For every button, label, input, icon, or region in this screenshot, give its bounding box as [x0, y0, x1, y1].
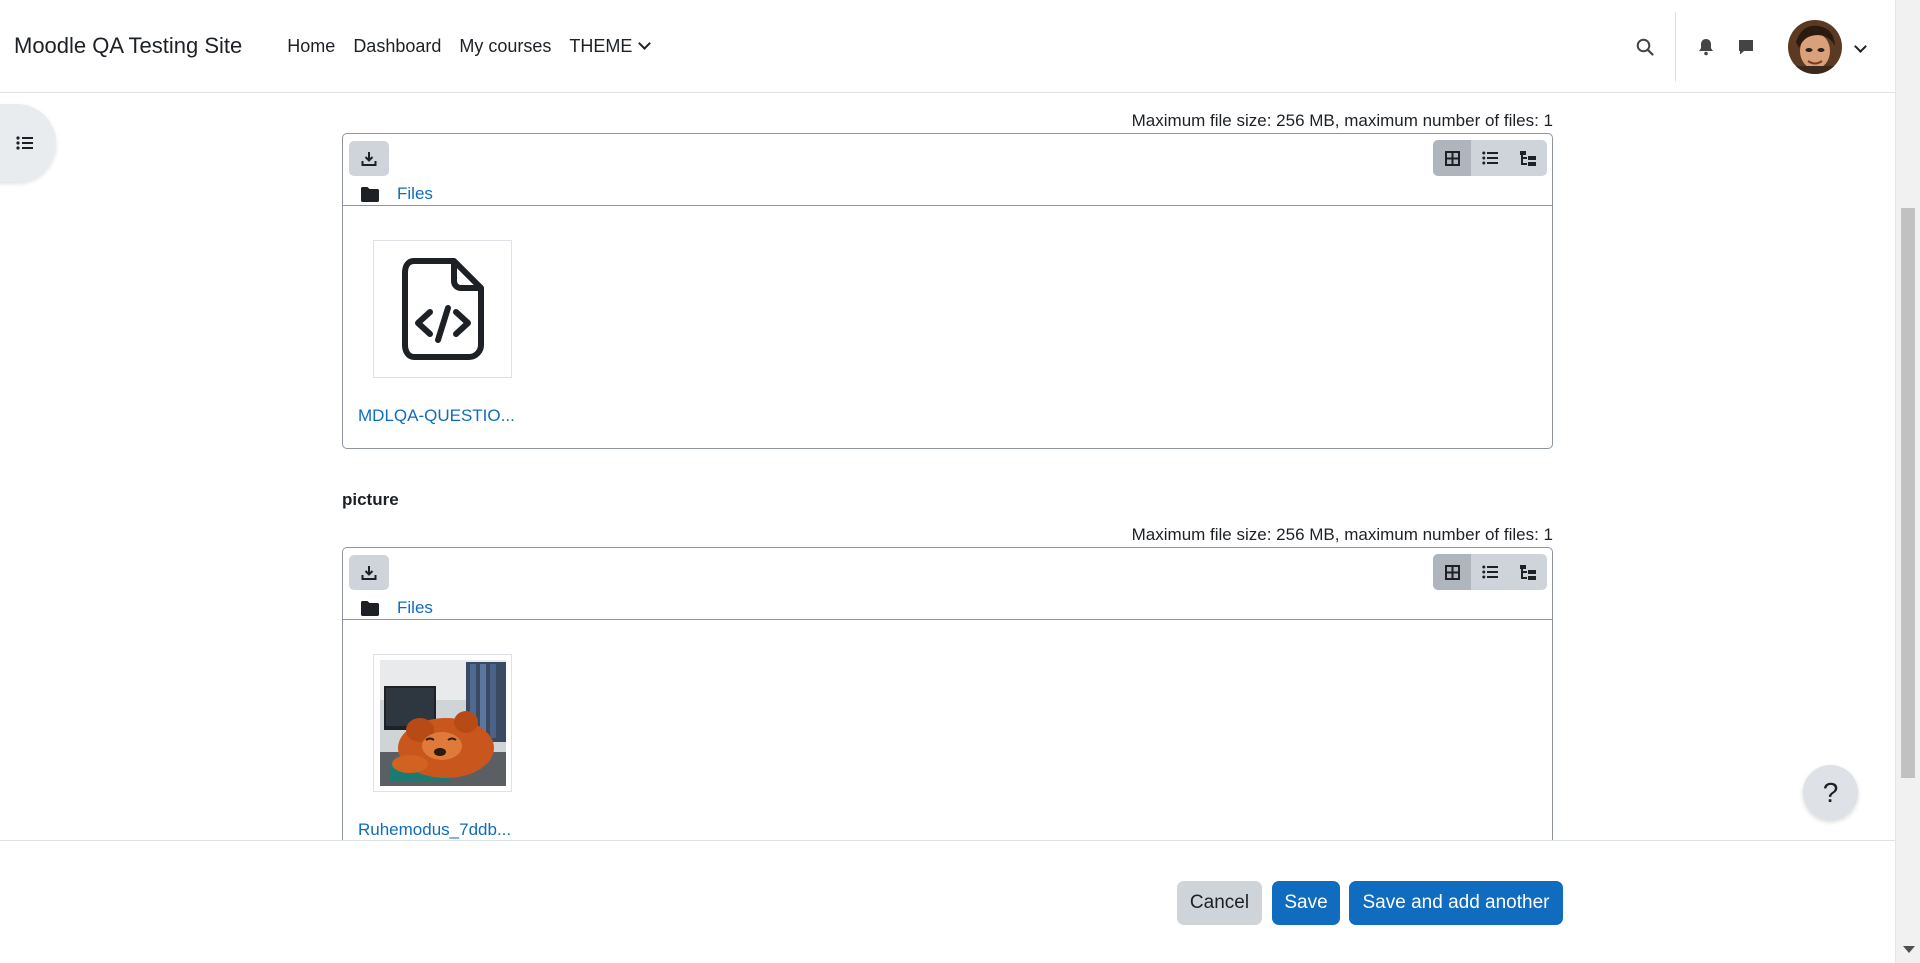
navbar: Moodle QA Testing Site Home Dashboard My… [0, 0, 1895, 93]
scroll-down-arrow-icon[interactable] [1903, 946, 1915, 953]
grid-icon [1444, 150, 1460, 166]
folder-icon [361, 186, 379, 202]
view-tree-button[interactable] [1509, 140, 1547, 176]
list-icon [1482, 565, 1498, 579]
filemanager-path: Files [361, 598, 433, 618]
view-mode-group [1433, 140, 1547, 176]
search-icon [1636, 38, 1654, 56]
file-name-link[interactable]: MDLQA-QUESTIO... [358, 406, 515, 426]
file-name-link[interactable]: Ruhemodus_7ddb... [358, 820, 511, 840]
image-thumbnail[interactable] [373, 654, 512, 792]
site-brand[interactable]: Moodle QA Testing Site [14, 33, 242, 59]
download-all-button[interactable] [349, 555, 389, 590]
nav-home[interactable]: Home [278, 36, 344, 57]
search-button[interactable] [1625, 27, 1665, 67]
page-scrollbar[interactable] [1895, 0, 1920, 963]
bell-icon [1699, 38, 1713, 55]
course-index-toggle[interactable] [0, 104, 56, 182]
nav-dashboard[interactable]: Dashboard [344, 36, 450, 57]
download-icon [361, 151, 377, 166]
divider [1675, 11, 1676, 82]
grid-icon [1444, 564, 1460, 580]
nav-right [1625, 0, 1895, 93]
file-thumbnail[interactable] [373, 240, 512, 378]
code-file-icon [401, 258, 484, 360]
nav-my-courses[interactable]: My courses [450, 36, 560, 57]
max-file-info: Maximum file size: 256 MB, maximum numbe… [1131, 525, 1553, 544]
filemanager: Files Ruhemodus_7ddb... [342, 547, 1553, 867]
tree-icon [1520, 150, 1536, 166]
filemanager: Files MDLQA-QUESTIO... [342, 133, 1553, 449]
primary-navigation: Home Dashboard My courses THEME [278, 36, 658, 57]
view-icons-button[interactable] [1433, 140, 1471, 176]
messages-button[interactable] [1726, 27, 1766, 67]
user-menu-chevron-down-icon[interactable] [1854, 40, 1867, 53]
list-icon [16, 136, 33, 150]
tree-icon [1520, 564, 1536, 580]
save-button[interactable]: Save [1272, 881, 1340, 925]
help-button[interactable]: ? [1803, 765, 1858, 820]
max-file-info: Maximum file size: 256 MB, maximum numbe… [1131, 111, 1553, 130]
view-icons-button[interactable] [1433, 554, 1471, 590]
download-all-button[interactable] [349, 141, 389, 176]
filemanager-toolbar: Files [343, 548, 1552, 620]
nav-theme-dropdown[interactable]: THEME [560, 36, 658, 57]
scrollbar-thumb[interactable] [1901, 208, 1915, 778]
view-details-button[interactable] [1471, 140, 1509, 176]
view-mode-group [1433, 554, 1547, 590]
message-icon [1739, 39, 1753, 54]
sticky-footer: Cancel Save Save and add another [0, 840, 1895, 963]
filemanager-toolbar: Files [343, 134, 1552, 206]
path-files-link[interactable]: Files [397, 184, 433, 204]
save-and-add-another-button[interactable]: Save and add another [1349, 881, 1563, 925]
view-details-button[interactable] [1471, 554, 1509, 590]
filemanager-path: Files [361, 184, 433, 204]
teddy-bear-photo [379, 660, 506, 786]
help-label: ? [1822, 776, 1839, 808]
view-tree-button[interactable] [1509, 554, 1547, 590]
cancel-button[interactable]: Cancel [1177, 881, 1262, 925]
nav-theme-label: THEME [569, 35, 633, 56]
avatar[interactable] [1788, 19, 1842, 74]
list-icon [1482, 151, 1498, 165]
download-icon [361, 565, 377, 580]
folder-icon [361, 600, 379, 616]
field-label-picture: picture [342, 490, 399, 509]
notifications-button[interactable] [1686, 27, 1726, 67]
path-files-link[interactable]: Files [397, 598, 433, 618]
chevron-down-icon [638, 37, 652, 50]
